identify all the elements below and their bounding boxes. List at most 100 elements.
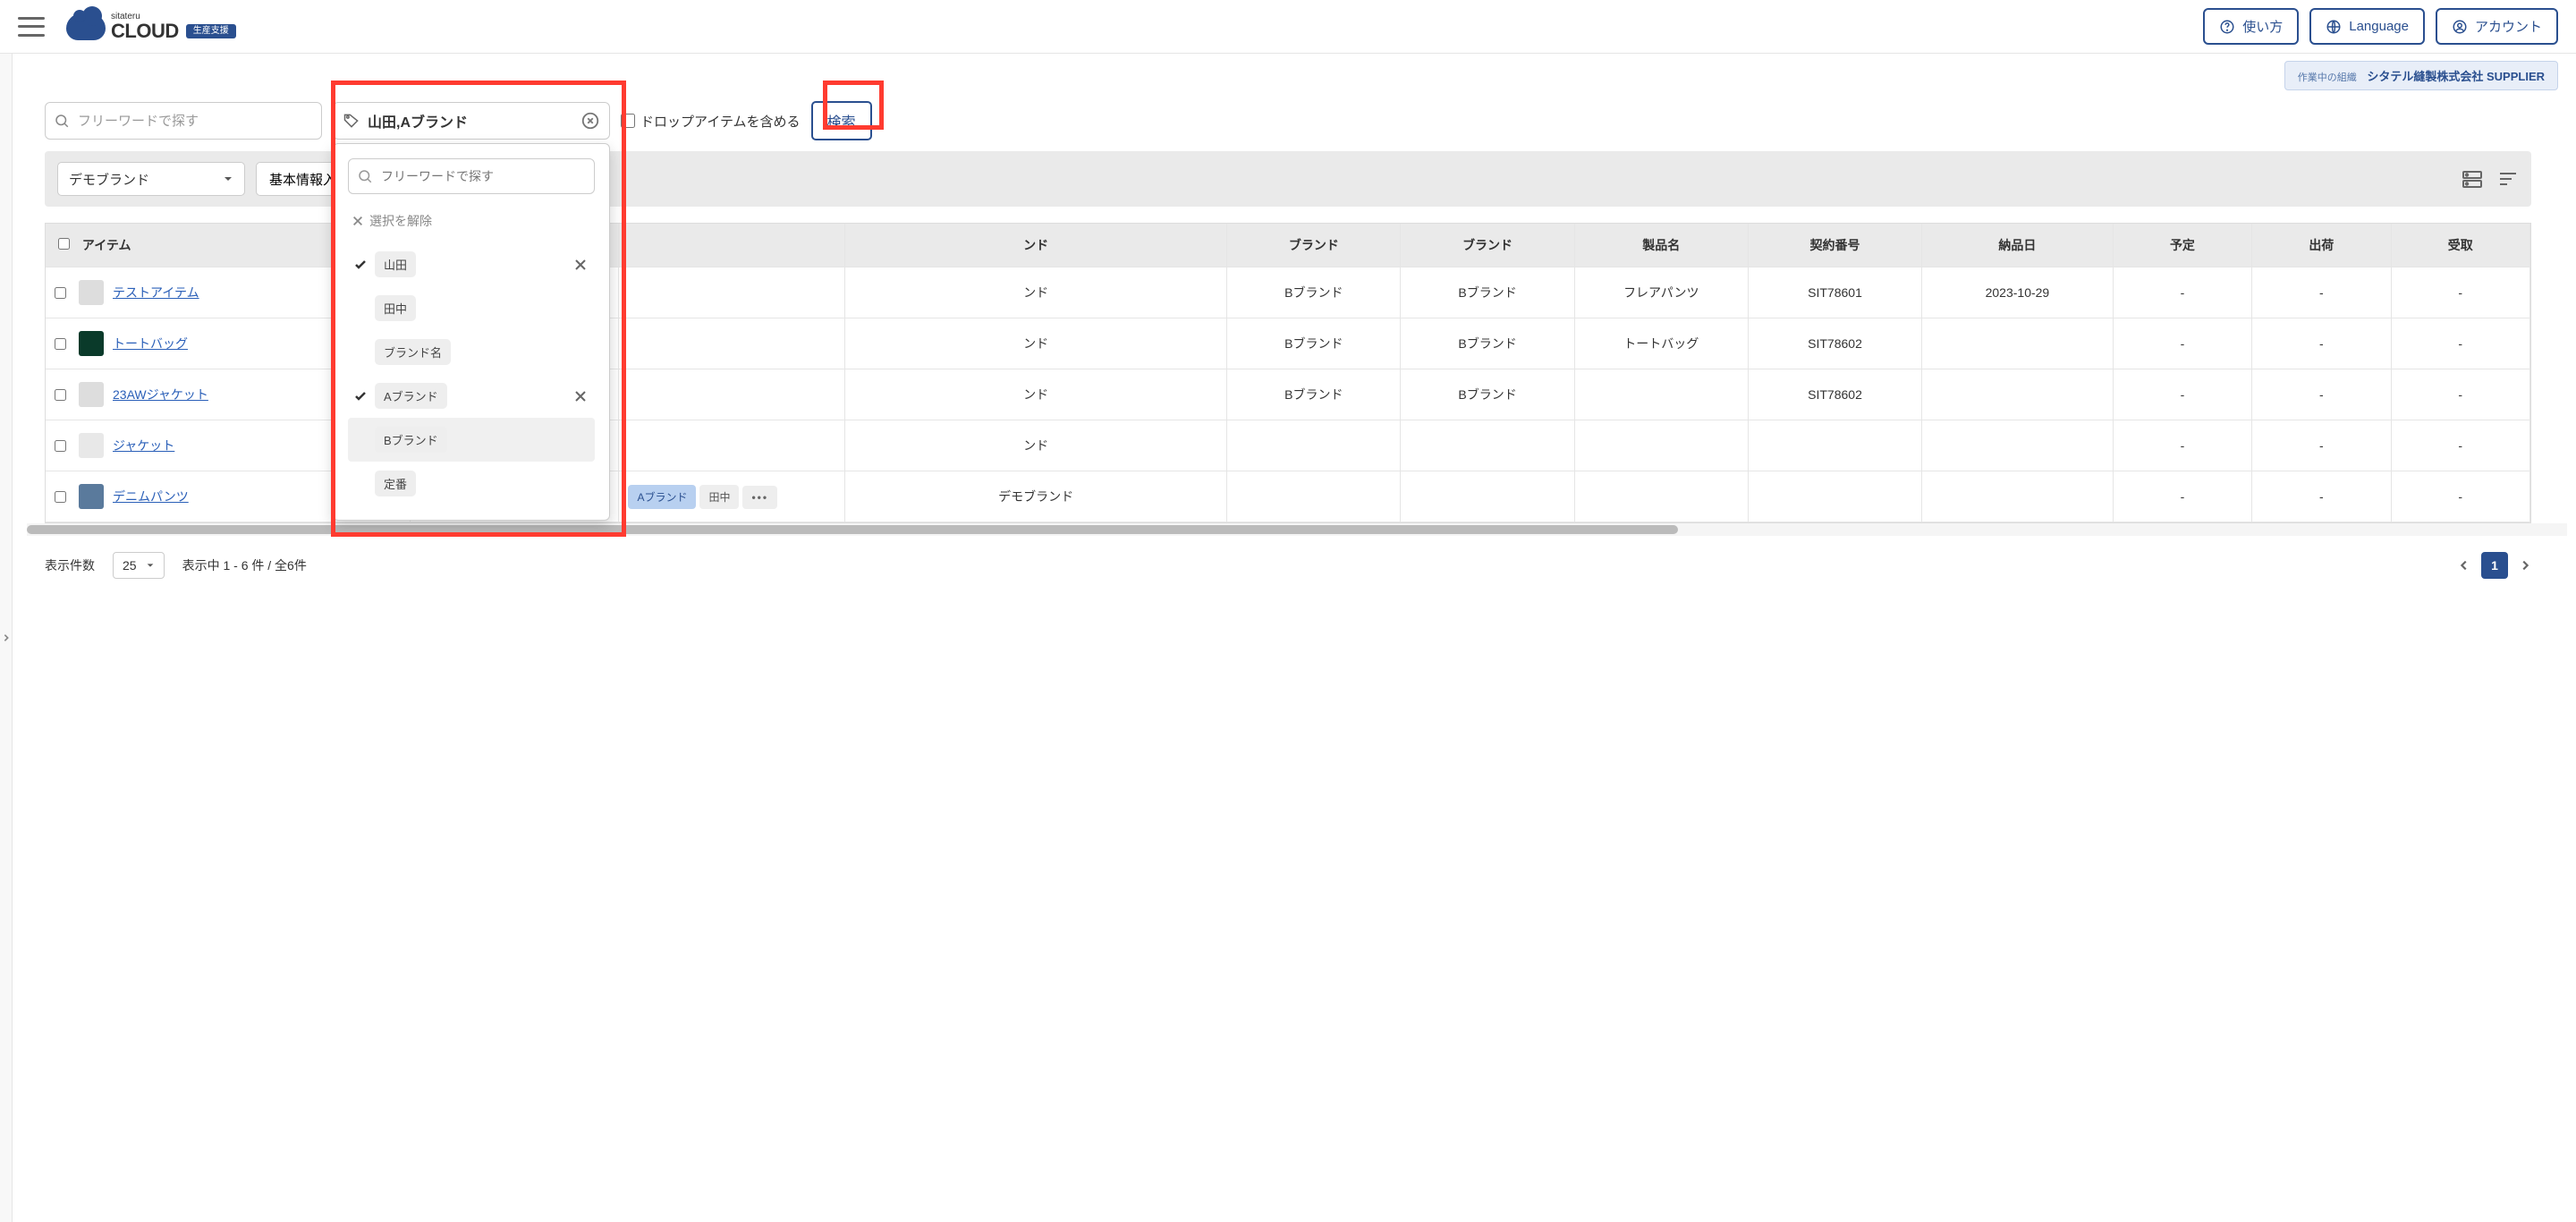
check-icon bbox=[353, 258, 369, 272]
howto-button[interactable]: 使い方 bbox=[2203, 8, 2299, 45]
sidebar-collapse[interactable] bbox=[0, 54, 13, 1222]
logo[interactable]: sitateru CLOUD 生産支援 bbox=[66, 13, 236, 41]
item-link[interactable]: ジャケット bbox=[113, 437, 174, 454]
cell-product bbox=[1574, 369, 1748, 420]
tag-search-value: 山田,Aブランド bbox=[368, 110, 573, 132]
row-checkbox[interactable] bbox=[55, 491, 66, 503]
tag-pill: Bブランド bbox=[375, 427, 447, 453]
cell-delivery bbox=[1922, 318, 2114, 369]
include-drop-checkbox[interactable]: ドロップアイテムを含める bbox=[621, 112, 801, 131]
cell-b2: Bブランド bbox=[1401, 369, 1574, 420]
cell-contract: SIT78602 bbox=[1748, 369, 1921, 420]
org-name: シタテル縫製株式会社 SUPPLIER bbox=[2367, 70, 2545, 83]
cell-brand-p: ンド bbox=[844, 267, 1226, 318]
brand-select[interactable]: デモブランド bbox=[57, 162, 245, 196]
cell-b1 bbox=[1227, 420, 1401, 471]
col-item: アイテム bbox=[82, 238, 131, 252]
clear-selection[interactable]: 選択を解除 bbox=[348, 208, 595, 242]
prev-page-icon[interactable] bbox=[2458, 559, 2470, 572]
org-badge[interactable]: 作業中の組織 シタテル縫製株式会社 SUPPLIER bbox=[2284, 61, 2558, 90]
cell-product: フレアパンツ bbox=[1574, 267, 1748, 318]
cell-ship: - bbox=[2252, 318, 2391, 369]
cell-b2: Bブランド bbox=[1401, 267, 1574, 318]
next-page-icon[interactable] bbox=[2519, 559, 2531, 572]
tag-filter-input[interactable] bbox=[348, 158, 595, 194]
cell-plan: - bbox=[2113, 471, 2251, 522]
tag-option[interactable]: 田中 bbox=[348, 286, 595, 330]
org-label: 作業中の組織 bbox=[2298, 72, 2357, 83]
item-thumbnail bbox=[79, 331, 104, 356]
brand-select-value: デモブランド bbox=[69, 170, 149, 189]
cell-contract: SIT78601 bbox=[1748, 267, 1921, 318]
help-icon bbox=[2219, 19, 2235, 35]
layout-icon[interactable] bbox=[2462, 169, 2483, 189]
tag-badge: Aブランド bbox=[628, 485, 696, 509]
tag-option[interactable]: Aブランド bbox=[348, 374, 595, 418]
horizontal-scrollbar[interactable] bbox=[27, 523, 2567, 536]
cell-b2 bbox=[1401, 471, 1574, 522]
cell-product: トートバッグ bbox=[1574, 318, 1748, 369]
clear-icon[interactable] bbox=[580, 111, 600, 131]
item-thumbnail bbox=[79, 382, 104, 407]
cell-plan: - bbox=[2113, 267, 2251, 318]
tag-option[interactable]: Bブランド bbox=[348, 418, 595, 462]
logo-badge: 生産支援 bbox=[186, 24, 236, 38]
cell-receive: - bbox=[2391, 267, 2530, 318]
item-link[interactable]: テストアイテム bbox=[113, 284, 199, 301]
tag-pill: ブランド名 bbox=[375, 339, 451, 365]
tag-pill: Aブランド bbox=[375, 383, 447, 409]
row-checkbox[interactable] bbox=[55, 287, 66, 299]
freeword-input[interactable] bbox=[45, 102, 322, 140]
logo-big-text: CLOUD bbox=[111, 21, 179, 41]
account-button[interactable]: アカウント bbox=[2436, 8, 2558, 45]
tag-option[interactable]: 定番 bbox=[348, 462, 595, 505]
row-checkbox[interactable] bbox=[55, 338, 66, 350]
chevron-right-icon bbox=[2, 632, 11, 644]
include-drop-input[interactable] bbox=[621, 114, 635, 128]
tag-option[interactable]: ブランド名 bbox=[348, 330, 595, 374]
row-checkbox[interactable] bbox=[55, 389, 66, 401]
hamburger-menu[interactable] bbox=[18, 17, 45, 37]
search-button[interactable]: 検索 bbox=[811, 101, 872, 140]
cell-ship: - bbox=[2252, 471, 2391, 522]
language-button[interactable]: Language bbox=[2309, 8, 2425, 45]
include-drop-label: ドロップアイテムを含める bbox=[640, 112, 801, 131]
remove-icon[interactable] bbox=[572, 256, 589, 274]
cell-plan: - bbox=[2113, 318, 2251, 369]
col-ship: 出荷 bbox=[2252, 224, 2391, 267]
cell-b1: Bブランド bbox=[1227, 318, 1401, 369]
cell-plan: - bbox=[2113, 369, 2251, 420]
col-product: 製品名 bbox=[1574, 224, 1748, 267]
more-tags[interactable]: ••• bbox=[742, 486, 777, 509]
scrollbar-thumb[interactable] bbox=[27, 525, 1678, 534]
cell-tags bbox=[619, 420, 845, 471]
close-icon bbox=[352, 215, 364, 227]
select-all-checkbox[interactable] bbox=[58, 238, 70, 250]
sort-icon[interactable] bbox=[2497, 169, 2519, 189]
cell-product bbox=[1574, 471, 1748, 522]
current-page[interactable]: 1 bbox=[2481, 552, 2508, 579]
cell-contract bbox=[1748, 471, 1921, 522]
item-link[interactable]: デニムパンツ bbox=[113, 488, 189, 505]
cell-product bbox=[1574, 420, 1748, 471]
remove-icon[interactable] bbox=[572, 387, 589, 405]
cloud-icon bbox=[66, 13, 106, 40]
item-link[interactable]: トートバッグ bbox=[113, 335, 188, 352]
rows-per-page-select[interactable]: 25 bbox=[113, 552, 165, 579]
cell-delivery: 2023-10-29 bbox=[1922, 267, 2114, 318]
tag-option[interactable]: 山田 bbox=[348, 242, 595, 286]
item-thumbnail bbox=[79, 484, 104, 509]
col-delivery: 納品日 bbox=[1922, 224, 2114, 267]
cell-b1 bbox=[1227, 471, 1401, 522]
row-checkbox[interactable] bbox=[55, 440, 66, 452]
clear-label: 選択を解除 bbox=[369, 212, 432, 230]
col-receive: 受取 bbox=[2391, 224, 2530, 267]
cell-delivery bbox=[1922, 369, 2114, 420]
col-brand1: ブランド bbox=[1227, 224, 1401, 267]
item-link[interactable]: 23AWジャケット bbox=[113, 386, 208, 403]
col-brand2: ブランド bbox=[1401, 224, 1574, 267]
cell-ship: - bbox=[2252, 420, 2391, 471]
search-icon bbox=[357, 168, 373, 184]
cell-receive: - bbox=[2391, 471, 2530, 522]
tag-search-field[interactable]: 山田,Aブランド bbox=[333, 102, 610, 140]
